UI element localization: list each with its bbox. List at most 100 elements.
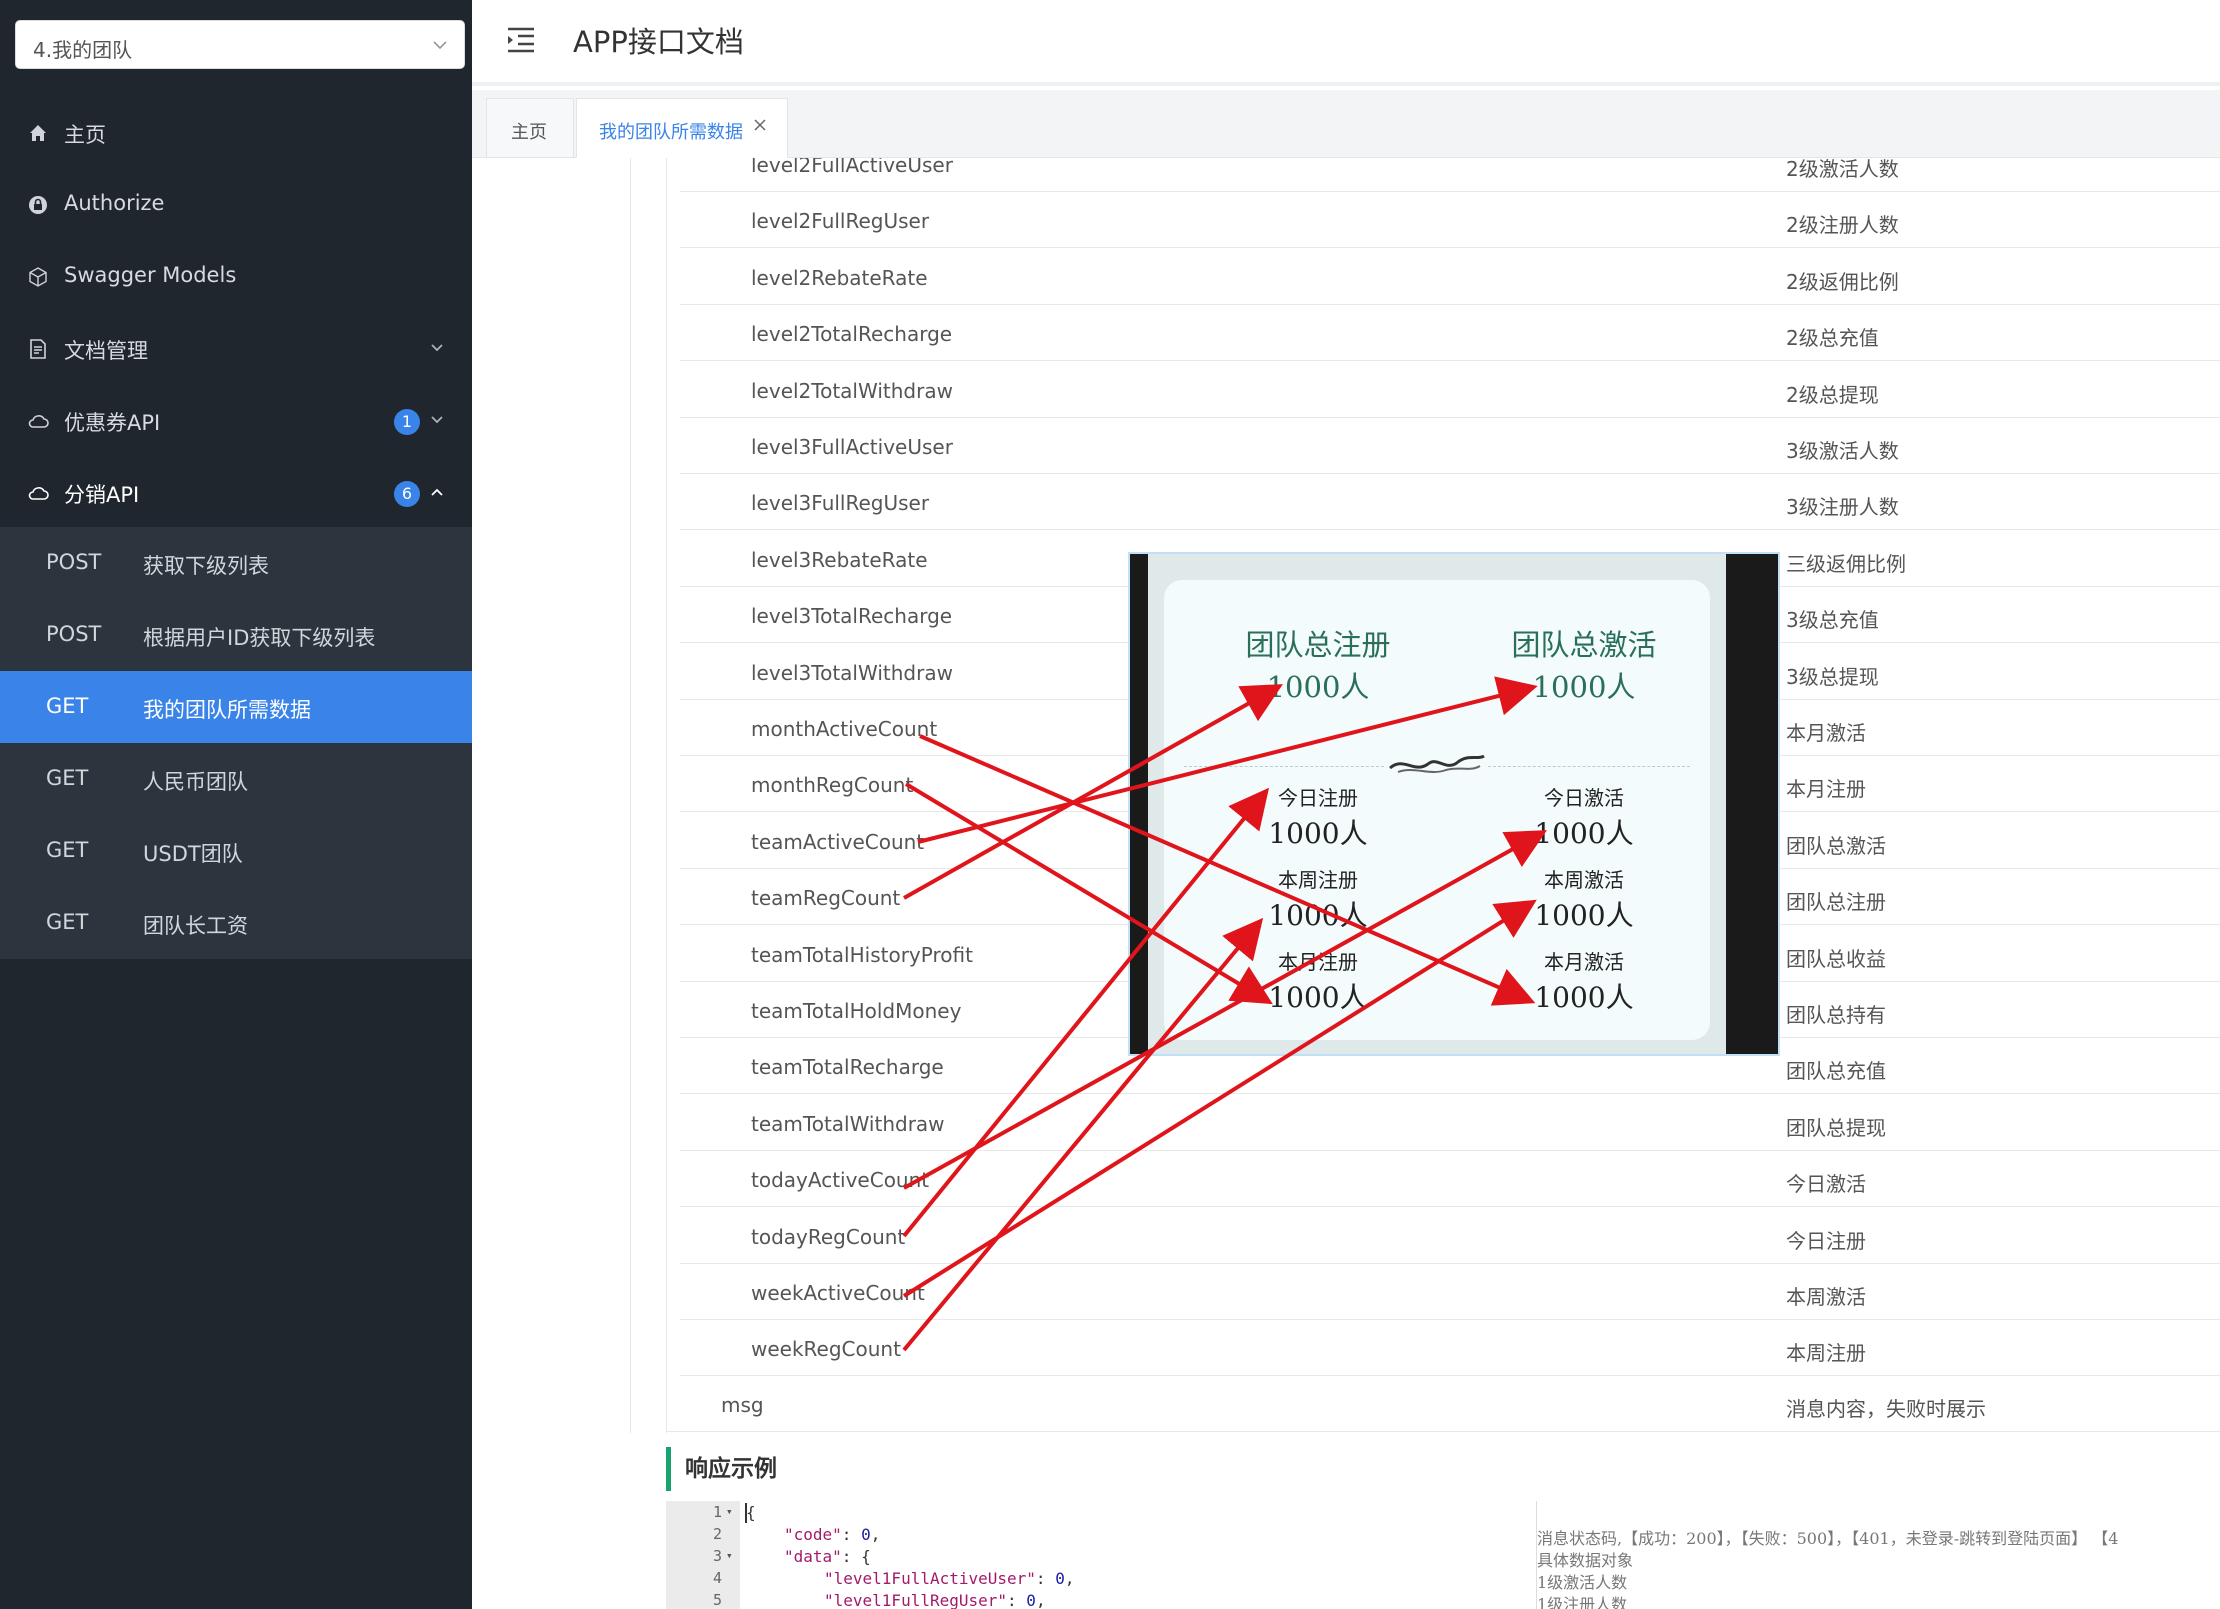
http-method: GET xyxy=(46,838,89,862)
line-gutter: 1 ▾ 2 3 ▾ 4 5 xyxy=(666,1501,740,1609)
param-name: level3FullActiveUser xyxy=(751,435,953,459)
code-token: { xyxy=(746,1503,756,1522)
sidebar-item-home[interactable]: 主页 xyxy=(0,96,472,168)
code-comment: 消息状态码,【成功：200】，【失败：500】，【401，未登录-跳转到登陆页面… xyxy=(1537,1529,2119,1548)
line-number: 1 xyxy=(712,1503,722,1521)
menu-collapse-icon[interactable] xyxy=(506,26,536,54)
fold-icon[interactable]: ▾ xyxy=(726,1549,736,1562)
api-item-usdt-team[interactable]: GET USDT团队 xyxy=(0,815,472,887)
code-key: "code" xyxy=(784,1525,842,1544)
cube-icon xyxy=(29,267,47,287)
close-icon[interactable] xyxy=(753,118,767,132)
param-desc: 2级总提现 xyxy=(1786,382,1879,407)
param-name: level2FullActiveUser xyxy=(751,158,953,177)
param-name: teamActiveCount xyxy=(751,829,925,854)
sidebar-item-swagger-models[interactable]: Swagger Models xyxy=(0,240,472,312)
api-item-get-sub-list[interactable]: POST 获取下级列表 xyxy=(0,527,472,599)
month-act-label: 本月激活 xyxy=(1544,950,1624,974)
api-label: 获取下级列表 xyxy=(143,554,269,578)
today-reg-value: 1000人 xyxy=(1268,817,1368,850)
sidebar-item-doc-manage[interactable]: 文档管理 xyxy=(0,312,472,384)
param-desc: 团队总提现 xyxy=(1786,1115,1886,1140)
sidebar-item-label: 主页 xyxy=(64,123,106,147)
param-name: level2RebateRate xyxy=(751,265,928,290)
table-row: weekRegCount 本周注册 xyxy=(680,1320,2220,1377)
app-mockup-image: 团队总注册 1000人 团队总激活 1000人 今日注册 1000人 今日激活 … xyxy=(1128,552,1780,1056)
week-act-value: 1000人 xyxy=(1534,899,1634,932)
divider xyxy=(630,158,631,1433)
table-row: level2TotalRecharge 2级总充值 xyxy=(680,305,2220,362)
code-editor[interactable]: 1 ▾ 2 3 ▾ 4 5 { "code": 0, "data": { "le… xyxy=(666,1501,2220,1609)
week-act-label: 本周激活 xyxy=(1544,868,1624,892)
param-desc: 今日注册 xyxy=(1786,1228,1866,1253)
sidebar: 4.我的团队 主页 Authorize Swagger Models 文档管理 … xyxy=(0,0,472,1609)
http-method: POST xyxy=(46,550,102,574)
param-desc: 2级注册人数 xyxy=(1786,213,1899,238)
divider xyxy=(1488,766,1690,767)
sidebar-item-authorize[interactable]: Authorize xyxy=(0,168,472,240)
param-name: level2FullRegUser xyxy=(751,209,930,234)
api-item-leader-salary[interactable]: GET 团队长工资 xyxy=(0,887,472,959)
param-desc: 3级总提现 xyxy=(1786,664,1879,689)
param-desc: 本月注册 xyxy=(1786,777,1866,802)
group-select[interactable]: 4.我的团队 xyxy=(15,20,465,69)
chevron-down-icon xyxy=(431,416,443,424)
param-desc: 三级返佣比例 xyxy=(1786,551,1906,576)
api-item-my-team-data[interactable]: GET 我的团队所需数据 xyxy=(0,671,472,743)
api-label: 团队长工资 xyxy=(143,914,248,938)
param-name: todayActiveCount xyxy=(751,1168,930,1193)
http-method: GET xyxy=(46,766,89,790)
api-label: 根据用户ID获取下级列表 xyxy=(143,626,376,650)
sidebar-item-distribution-api[interactable]: 分销API 6 xyxy=(0,456,472,528)
param-name: level2TotalWithdraw xyxy=(751,378,953,403)
team-reg-total-value: 1000人 xyxy=(1266,670,1370,704)
param-desc: 团队总充值 xyxy=(1786,1059,1886,1084)
code-line: "level1FullActiveUser": 0, xyxy=(824,1569,1075,1588)
code-value: 0 xyxy=(1055,1569,1065,1588)
table-row: level2FullActiveUser 2级激活人数 xyxy=(680,158,2220,192)
month-act-value: 1000人 xyxy=(1534,981,1634,1014)
api-label: USDT团队 xyxy=(143,842,243,866)
line-number: 2 xyxy=(712,1525,722,1543)
param-desc: 本周注册 xyxy=(1786,1341,1866,1366)
ink-ornament-icon xyxy=(1389,754,1485,773)
param-name: teamTotalHistoryProfit xyxy=(751,942,973,967)
api-item-get-sub-list-by-id[interactable]: POST 根据用户ID获取下级列表 xyxy=(0,599,472,671)
divider xyxy=(1184,766,1384,767)
month-reg-value: 1000人 xyxy=(1268,981,1368,1014)
sidebar-item-coupon-api[interactable]: 优惠券API 1 xyxy=(0,384,472,456)
param-desc: 团队总注册 xyxy=(1786,890,1886,915)
sidebar-item-label: 分销API xyxy=(64,483,140,507)
tab-bar: 主页 我的团队所需数据 xyxy=(472,90,2220,158)
param-name: todayRegCount xyxy=(751,1224,906,1249)
tab-label: 主页 xyxy=(511,122,547,143)
param-desc: 团队总持有 xyxy=(1786,1003,1886,1027)
fold-icon[interactable]: ▾ xyxy=(726,1505,736,1518)
param-desc: 2级激活人数 xyxy=(1786,158,1899,181)
sidebar-item-label: 文档管理 xyxy=(64,339,148,363)
code-comment: 1级注册人数 xyxy=(1537,1595,1628,1609)
param-desc: 2级总充值 xyxy=(1786,326,1879,351)
team-act-total-label: 团队总激活 xyxy=(1511,628,1657,662)
param-name: teamTotalRecharge xyxy=(751,1055,944,1080)
line-number: 4 xyxy=(712,1569,722,1587)
param-name: teamTotalHoldMoney xyxy=(751,999,962,1023)
divider xyxy=(666,158,667,1433)
table-row: level2RebateRate 2级返佣比例 xyxy=(680,249,2220,305)
week-reg-label: 本周注册 xyxy=(1278,868,1358,892)
today-act-label: 今日激活 xyxy=(1544,786,1624,810)
tab-home[interactable]: 主页 xyxy=(486,98,574,158)
cloud-icon xyxy=(28,487,49,500)
api-label: 人民币团队 xyxy=(143,770,248,794)
cloud-icon xyxy=(28,415,49,428)
param-name: level3TotalWithdraw xyxy=(751,660,953,685)
document-icon xyxy=(30,339,46,359)
param-desc: 团队总收益 xyxy=(1786,946,1886,971)
param-desc: 今日激活 xyxy=(1786,1172,1866,1197)
tab-my-team-data[interactable]: 我的团队所需数据 xyxy=(576,98,788,158)
sidebar-item-label: Authorize xyxy=(64,191,165,215)
api-item-rmb-team[interactable]: GET 人民币团队 xyxy=(0,743,472,815)
param-name: msg xyxy=(721,1393,764,1417)
today-reg-label: 今日注册 xyxy=(1278,786,1358,810)
param-desc: 团队总激活 xyxy=(1786,833,1886,858)
